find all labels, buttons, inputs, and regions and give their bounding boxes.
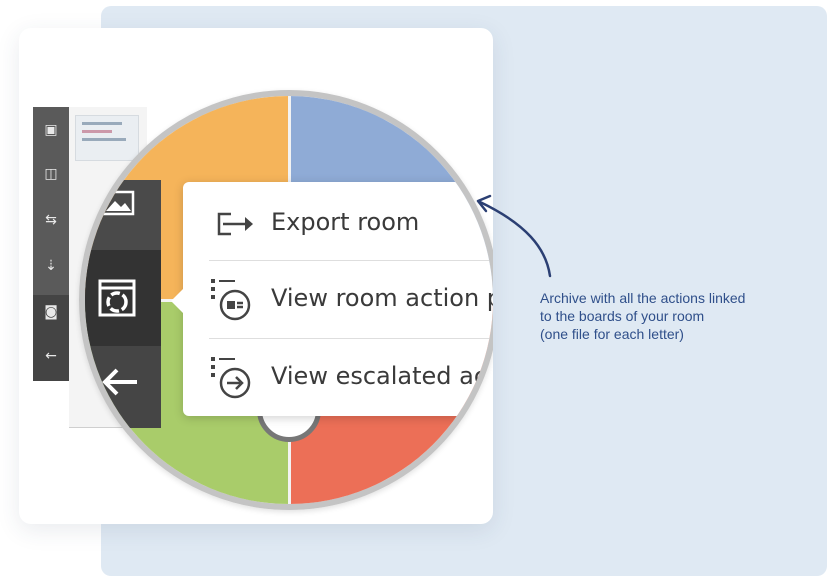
back-arrow-icon[interactable]: ←: [42, 347, 60, 365]
fit-screen-icon[interactable]: ◫: [42, 165, 60, 183]
presentation-icon[interactable]: ▣: [42, 121, 60, 139]
export-icon: [209, 204, 257, 244]
menu-item-export-room[interactable]: Export room: [183, 184, 493, 260]
callout-line: to the boards of your room: [540, 308, 705, 324]
import-icon[interactable]: ⇣: [42, 257, 60, 275]
list-escalated-icon: [209, 353, 257, 401]
menu-item-view-escalated-actions[interactable]: View escalated act: [183, 339, 493, 415]
room-wheel-icon[interactable]: [97, 278, 137, 318]
menu-item-label: Export room: [271, 208, 420, 236]
menu-item-label: View escalated act: [271, 362, 493, 390]
callout-arrow: [476, 194, 552, 278]
list-actions-icon: [209, 275, 257, 323]
magnified-toolbar: [85, 96, 161, 504]
callout-line: Archive with all the actions linked: [540, 290, 746, 306]
back-arrow-icon[interactable]: [97, 364, 141, 400]
room-wheel-icon[interactable]: ◙: [42, 303, 60, 321]
magnifier-lens: C D: [79, 90, 493, 510]
room-menu-popup: Export room View room action p View esca…: [171, 182, 493, 416]
callout-line: (one file for each letter): [540, 326, 684, 342]
swap-icon[interactable]: ⇆: [42, 211, 60, 229]
menu-item-label: View room action p: [271, 284, 493, 312]
menu-item-view-room-actions[interactable]: View room action p: [183, 261, 493, 337]
callout-note: Archive with all the actions linked to t…: [540, 289, 825, 343]
image-icon[interactable]: [101, 188, 137, 218]
screenshot-card: ▣ ◫ ⇆ ⇣ ◙ ← C D: [19, 28, 493, 524]
